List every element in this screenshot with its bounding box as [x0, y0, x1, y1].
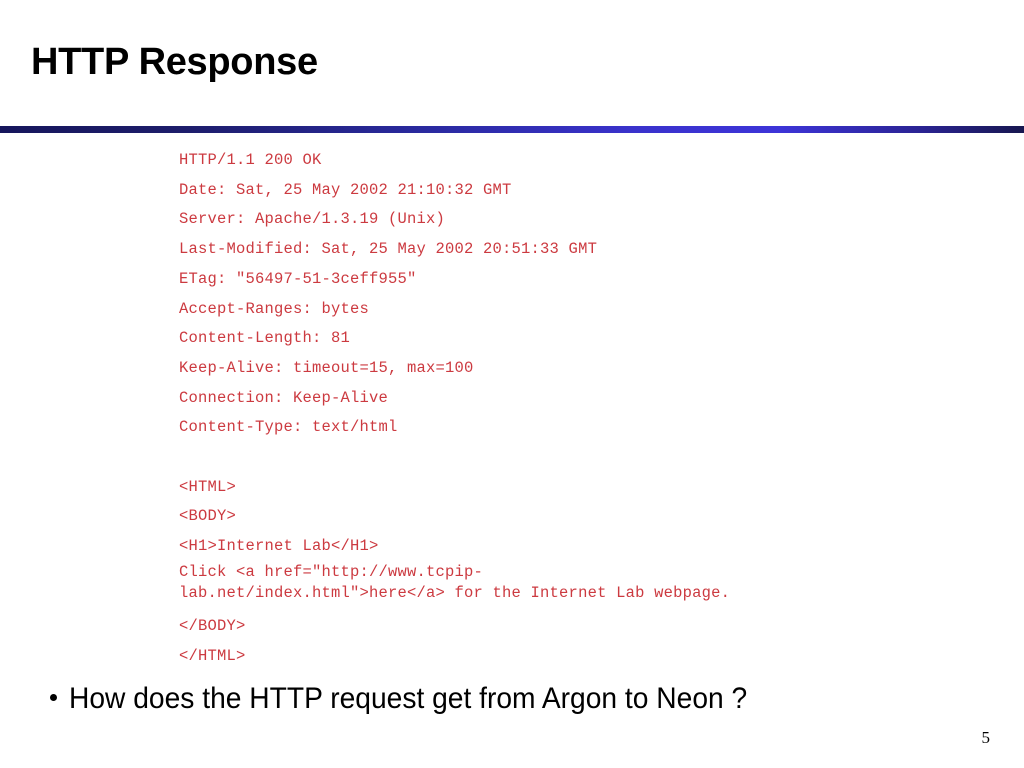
- bullet-item-label: How does the HTTP request get from Argon…: [69, 682, 748, 715]
- response-body-heading: <H1>Internet Lab</H1>: [179, 537, 379, 556]
- response-body-body-close: </BODY>: [179, 616, 246, 635]
- response-body-html-close: </HTML>: [179, 646, 246, 665]
- http-response-code-block: HTTP/1.1 200 OK Date: Sat, 25 May 2002 2…: [179, 146, 979, 671]
- response-header-date: Date: Sat, 25 May 2002 21:10:32 GMT: [179, 180, 512, 199]
- page-title: HTTP Response: [31, 41, 318, 83]
- slide-canvas: HTTP Response HTTP/1.1 200 OK Date: Sat,…: [0, 0, 1024, 768]
- response-blank-separator: [179, 443, 979, 473]
- response-header-content-type: Content-Type: text/html: [179, 418, 398, 437]
- response-body-body-open: <BODY>: [179, 507, 237, 526]
- response-header-server: Server: Apache/1.3.19 (Unix): [179, 210, 446, 229]
- response-header-content-length: Content-Length: 81: [179, 329, 351, 348]
- response-header-keep-alive: Keep-Alive: timeout=15, max=100: [179, 358, 474, 377]
- response-status-line: HTTP/1.1 200 OK: [179, 151, 322, 169]
- title-divider-rule: [0, 126, 1024, 133]
- response-header-etag: ETag: "56497-51-3ceff955": [179, 269, 417, 288]
- response-body-html-open: <HTML>: [179, 477, 237, 496]
- response-body-link-line-part2: lab.net/index.html">here</a> for the Int…: [179, 583, 731, 602]
- response-header-connection: Connection: Keep-Alive: [179, 388, 389, 407]
- response-body-link-line-part1: Click <a href="http://www.tcpip-: [179, 562, 484, 581]
- slide-page-number: 5: [981, 728, 991, 747]
- bullet-item: How does the HTTP request get from Argon…: [50, 681, 791, 717]
- bullet-point-icon: [50, 694, 57, 701]
- response-header-accept-ranges: Accept-Ranges: bytes: [179, 299, 370, 318]
- response-header-last-modified: Last-Modified: Sat, 25 May 2002 20:51:33…: [179, 240, 598, 259]
